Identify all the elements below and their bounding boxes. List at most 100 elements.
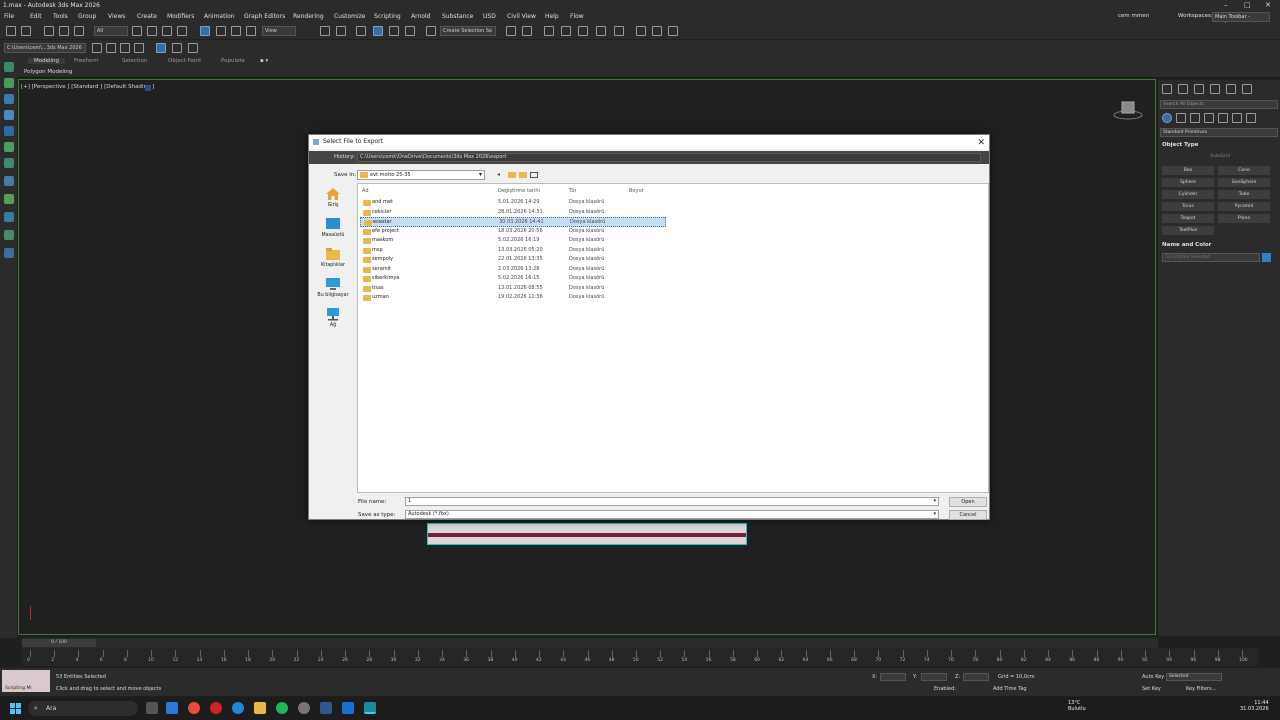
hierarchy-tab-icon[interactable]: [1194, 84, 1204, 94]
bind-spacewarp-icon[interactable]: [74, 26, 84, 36]
angle-snap-icon[interactable]: [373, 26, 383, 36]
menu-civil-view[interactable]: Civil View: [507, 13, 536, 20]
steam-icon[interactable]: [320, 702, 332, 714]
layer-explorer-icon[interactable]: [561, 26, 571, 36]
place-libraries[interactable]: Kitaplıklar: [311, 247, 355, 268]
window-crossing-icon[interactable]: [177, 26, 187, 36]
tab-object-paint[interactable]: Object Paint: [168, 58, 201, 64]
chatgpt-icon[interactable]: [298, 702, 310, 714]
spotify-icon[interactable]: [276, 702, 288, 714]
column-name[interactable]: Ad: [362, 188, 369, 194]
plane-button[interactable]: Plane: [1218, 214, 1270, 223]
scene-state-icon[interactable]: [172, 43, 182, 53]
column-type[interactable]: Tür: [569, 188, 577, 194]
viewcube-icon[interactable]: [1113, 100, 1143, 120]
menu-flow[interactable]: Flow: [570, 13, 584, 20]
shapes-icon[interactable]: [1176, 113, 1186, 123]
set-project-icon[interactable]: [134, 43, 144, 53]
category-dropdown[interactable]: Standard Primitives: [1160, 128, 1278, 137]
save-as-type-dropdown[interactable]: Autodesk (*.fbx) ▾: [405, 510, 939, 519]
cameras-icon[interactable]: [1204, 113, 1214, 123]
menu-file[interactable]: File: [4, 13, 14, 20]
time-slider-thumb[interactable]: 0 / 100: [22, 639, 96, 647]
pivot-center-icon[interactable]: [320, 26, 330, 36]
history-dropdown[interactable]: C:\Users\cemk\OneDrive\Documents\3ds Max…: [357, 153, 981, 162]
isolate-icon[interactable]: [4, 194, 14, 204]
list-item[interactable]: msp 13.03.2026 05:20 Dosya klasörü: [360, 246, 666, 256]
chrome-icon[interactable]: [188, 702, 200, 714]
minimize-icon[interactable]: –: [1224, 0, 1228, 11]
menu-scripting[interactable]: Scripting: [374, 13, 401, 20]
set-key-button[interactable]: Set Key: [1142, 686, 1161, 692]
weather-widget[interactable]: 13°C Bulutlu: [1068, 700, 1086, 712]
back-icon[interactable]: ◂: [497, 171, 505, 179]
textplus-button[interactable]: TextPlus: [1162, 226, 1214, 235]
place-icon[interactable]: [246, 26, 256, 36]
curve-editor-icon[interactable]: [578, 26, 588, 36]
key-filters-button[interactable]: Key Filters...: [1186, 686, 1216, 692]
column-size[interactable]: Boyut: [629, 188, 644, 194]
menu-modifiers[interactable]: Modifiers: [167, 13, 194, 20]
geosphere-button[interactable]: GeoSphere: [1218, 178, 1270, 187]
list-item[interactable]: tisas 13.01.2026 08:55 Dosya klasörü: [360, 284, 666, 294]
object-color-swatch[interactable]: [1262, 253, 1271, 262]
link-icon[interactable]: [44, 26, 54, 36]
torus-button[interactable]: Torus: [1162, 202, 1214, 211]
menu-tools[interactable]: Tools: [53, 13, 68, 20]
list-item[interactable]: efe project 18.03.2026 20:56 Dosya klasörü: [360, 227, 666, 237]
tube-button[interactable]: Tube: [1218, 190, 1270, 199]
undo-icon[interactable]: [6, 26, 16, 36]
render-setup-icon[interactable]: [636, 26, 646, 36]
object-type-title[interactable]: Object Type: [1162, 142, 1198, 148]
utilities-panel-icon[interactable]: [4, 142, 14, 152]
place-this-pc[interactable]: Bu bilgisayar: [311, 277, 355, 298]
cone-button[interactable]: Cone: [1218, 166, 1270, 175]
motion-panel-icon[interactable]: [4, 110, 14, 120]
percent-snap-icon[interactable]: [389, 26, 399, 36]
place-network[interactable]: Ağ: [311, 307, 355, 328]
create-selection-set-dropdown[interactable]: Create Selection Se: [440, 26, 496, 36]
file-name-input[interactable]: 1 ▾: [405, 497, 939, 506]
helpers-icon[interactable]: [1218, 113, 1228, 123]
systems-icon[interactable]: [1246, 113, 1256, 123]
menu-edit[interactable]: Edit: [30, 13, 42, 20]
list-item[interactable]: cekicler 28.01.2026 14:31 Dosya klasörü: [360, 208, 666, 218]
object-search-input[interactable]: Search All Objects: [1160, 100, 1278, 109]
lights-tab-icon[interactable]: [1190, 113, 1200, 123]
scene-explorer-icon[interactable]: [544, 26, 554, 36]
menu-group[interactable]: Group: [78, 13, 96, 20]
object-name-input[interactable]: 53 Entities Selected: [1162, 253, 1260, 262]
list-item[interactable]: uzman 19.02.2026 11:36 Dosya klasörü: [360, 293, 666, 303]
viewport-layout-icon[interactable]: [188, 43, 198, 53]
windows-start-icon[interactable]: [10, 703, 21, 714]
rect-selection-icon[interactable]: [162, 26, 172, 36]
menu-graph-editors[interactable]: Graph Editors: [244, 13, 285, 20]
ribbon-toggle-icon[interactable]: [156, 43, 166, 53]
add-time-tag[interactable]: Add Time Tag: [993, 686, 1027, 692]
file-list[interactable]: Ad Değiştirme tarihi Tür Boyut and met 5.…: [357, 183, 989, 493]
create-panel-icon[interactable]: [4, 62, 14, 72]
select-by-name-icon[interactable]: [147, 26, 157, 36]
3dsmax-taskbar-icon[interactable]: [364, 702, 376, 714]
rendered-frame-icon[interactable]: [652, 26, 662, 36]
chevron-down-icon[interactable]: ▾: [933, 498, 936, 505]
file-explorer-icon[interactable]: [254, 702, 266, 714]
sphere-button[interactable]: Sphere: [1162, 178, 1214, 187]
menu-rendering[interactable]: Rendering: [293, 13, 324, 20]
project-path-dropdown[interactable]: C:\Users\cem\...3ds Max 2026: [4, 43, 86, 53]
key-selection-dropdown[interactable]: Selected: [1166, 673, 1222, 681]
display-tab-icon[interactable]: [1226, 84, 1236, 94]
align-icon[interactable]: [522, 26, 532, 36]
open-button[interactable]: Open: [949, 497, 987, 507]
menu-views[interactable]: Views: [108, 13, 125, 20]
tab-modeling[interactable]: Modeling: [28, 58, 66, 64]
geometry-icon[interactable]: [1162, 113, 1172, 123]
cylinder-button[interactable]: Cylinder: [1162, 190, 1214, 199]
select-object-icon[interactable]: [132, 26, 142, 36]
place-desktop[interactable]: Masaüstü: [311, 217, 355, 238]
hide-icon[interactable]: [4, 230, 14, 240]
autogrid-checkbox[interactable]: AutoGrid: [1210, 154, 1230, 159]
selection-filter-dropdown[interactable]: All: [94, 26, 128, 36]
close-icon[interactable]: ✕: [1265, 0, 1271, 11]
edge-icon[interactable]: [232, 702, 244, 714]
